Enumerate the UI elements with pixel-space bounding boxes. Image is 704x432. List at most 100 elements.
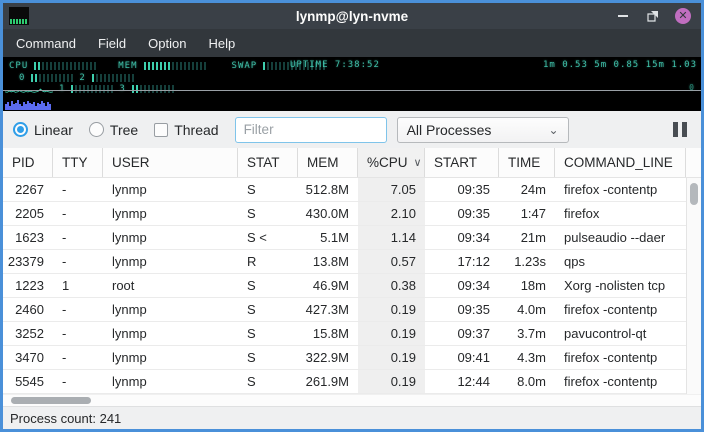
table-row[interactable]: 5545-lynmpS261.9M0.1912:448.0mfirefox -c… xyxy=(3,370,686,394)
cell-pid: 2460 xyxy=(3,298,53,321)
swap-label: SWAP xyxy=(232,61,258,71)
linear-radio-label: Linear xyxy=(34,122,73,138)
load-average-display: 1m 0.53 5m 0.85 15m 1.03 xyxy=(543,60,697,70)
cell-pid: 1223 xyxy=(3,274,53,297)
process-filter-select[interactable]: All Processes ⌄ xyxy=(397,117,569,143)
mem-meter xyxy=(144,62,208,70)
cell-user: lynmp xyxy=(103,322,238,345)
table-row[interactable]: 3252-lynmpS15.8M0.1909:373.7mpavucontrol… xyxy=(3,322,686,346)
cell-user: lynmp xyxy=(103,370,238,393)
cell-stat: S xyxy=(238,178,298,201)
menu-item-field[interactable]: Field xyxy=(89,32,135,55)
close-button[interactable]: ✕ xyxy=(675,8,691,24)
vertical-scrollbar-thumb[interactable] xyxy=(690,183,698,205)
cell-time: 1.23s xyxy=(499,250,555,273)
cell-tty: - xyxy=(53,298,103,321)
window-title: lynmp@lyn-nvme xyxy=(3,9,701,24)
system-monitor-panel: CPU MEM SWAP 0 2 1 3 UPTIME 7:38:52 1m 0… xyxy=(3,57,701,111)
cell-time: 21m xyxy=(499,226,555,249)
table-row[interactable]: 1623-lynmpS <5.1M1.1409:3421mpulseaudio … xyxy=(3,226,686,250)
table-header-row: PIDTTYUSERSTATMEM%CPU∨STARTTIMECOMMAND_L… xyxy=(3,148,701,178)
core2-label: 2 xyxy=(79,73,85,83)
core3-label: 3 xyxy=(119,84,125,94)
column-header-commandline[interactable]: COMMAND_LINE xyxy=(555,148,686,177)
cell-tty: - xyxy=(53,322,103,345)
cell-pid: 23379 xyxy=(3,250,53,273)
cell-time: 1:47 xyxy=(499,202,555,225)
table-row[interactable]: 2205-lynmpS430.0M2.1009:351:47firefox xyxy=(3,202,686,226)
cell-user: lynmp xyxy=(103,202,238,225)
cell-stat: R xyxy=(238,250,298,273)
cell-cpu: 0.19 xyxy=(358,298,425,321)
cell-pid: 3470 xyxy=(3,346,53,369)
column-header-pid[interactable]: PID xyxy=(3,148,53,177)
minimize-button[interactable] xyxy=(615,8,631,24)
tree-radio[interactable] xyxy=(89,122,104,137)
cell-mem: 46.9M xyxy=(298,274,358,297)
column-header-start[interactable]: START xyxy=(425,148,499,177)
app-window: lynmp@lyn-nvme ✕ CommandFieldOptionHelp … xyxy=(0,0,704,432)
cell-user: lynmp xyxy=(103,178,238,201)
cell-stat: S xyxy=(238,322,298,345)
restore-icon xyxy=(647,10,659,22)
cell-cpu: 0.19 xyxy=(358,346,425,369)
cell-time: 18m xyxy=(499,274,555,297)
cell-stat: S xyxy=(238,370,298,393)
linear-radio[interactable] xyxy=(13,122,28,137)
pause-button[interactable] xyxy=(673,122,691,137)
cell-time: 4.0m xyxy=(499,298,555,321)
cell-commandline: firefox -contentp xyxy=(555,346,686,369)
table-row[interactable]: 23379-lynmpR13.8M0.5717:121.23sqps xyxy=(3,250,686,274)
cell-cpu: 7.05 xyxy=(358,178,425,201)
cell-stat: S < xyxy=(238,226,298,249)
table-row[interactable]: 2460-lynmpS427.3M0.1909:354.0mfirefox -c… xyxy=(3,298,686,322)
monitor-divider xyxy=(3,90,701,91)
process-table: PIDTTYUSERSTATMEM%CPU∨STARTTIMECOMMAND_L… xyxy=(3,148,701,406)
cell-commandline: firefox -contentp xyxy=(555,298,686,321)
cell-time: 8.0m xyxy=(499,370,555,393)
column-header-stat[interactable]: STAT xyxy=(238,148,298,177)
cell-time: 24m xyxy=(499,178,555,201)
cell-commandline: firefox -contentp xyxy=(555,370,686,393)
column-header-cpu[interactable]: %CPU∨ xyxy=(358,148,425,177)
core0-meter xyxy=(31,74,73,82)
titlebar: lynmp@lyn-nvme ✕ xyxy=(3,3,701,29)
cell-start: 09:34 xyxy=(425,226,499,249)
menu-item-option[interactable]: Option xyxy=(139,32,195,55)
cell-user: lynmp xyxy=(103,346,238,369)
cell-cpu: 0.57 xyxy=(358,250,425,273)
column-header-tty[interactable]: TTY xyxy=(53,148,103,177)
menu-item-help[interactable]: Help xyxy=(199,32,244,55)
horizontal-scrollbar-thumb[interactable] xyxy=(11,397,91,404)
table-row[interactable]: 2267-lynmpS512.8M7.0509:3524mfirefox -co… xyxy=(3,178,686,202)
uptime-display: UPTIME 7:38:52 xyxy=(290,60,380,70)
thread-checkbox[interactable] xyxy=(154,123,168,137)
cell-start: 12:44 xyxy=(425,370,499,393)
load-axis-zero: 0 xyxy=(689,83,695,92)
restore-button[interactable] xyxy=(645,8,661,24)
cell-start: 09:35 xyxy=(425,202,499,225)
column-header-user[interactable]: USER xyxy=(103,148,238,177)
cell-mem: 430.0M xyxy=(298,202,358,225)
cell-commandline: pavucontrol-qt xyxy=(555,322,686,345)
thread-checkbox-label: Thread xyxy=(174,122,218,138)
column-header-mem[interactable]: MEM xyxy=(298,148,358,177)
column-header-time[interactable]: TIME xyxy=(499,148,555,177)
cell-stat: S xyxy=(238,346,298,369)
cpu-meter xyxy=(34,62,98,70)
horizontal-scrollbar[interactable] xyxy=(3,394,701,406)
filter-input[interactable] xyxy=(235,117,387,143)
cell-commandline: pulseaudio --daer xyxy=(555,226,686,249)
cell-pid: 1623 xyxy=(3,226,53,249)
cell-start: 09:35 xyxy=(425,298,499,321)
table-row[interactable]: 3470-lynmpS322.9M0.1909:414.3mfirefox -c… xyxy=(3,346,686,370)
vertical-scrollbar[interactable] xyxy=(686,178,701,394)
menu-item-command[interactable]: Command xyxy=(7,32,85,55)
table-row[interactable]: 12231rootS46.9M0.3809:3418mXorg -noliste… xyxy=(3,274,686,298)
cell-cpu: 0.19 xyxy=(358,370,425,393)
cell-start: 09:37 xyxy=(425,322,499,345)
cell-pid: 2267 xyxy=(3,178,53,201)
cell-cpu: 2.10 xyxy=(358,202,425,225)
process-count: Process count: 241 xyxy=(10,411,121,426)
mem-label: MEM xyxy=(118,61,137,71)
